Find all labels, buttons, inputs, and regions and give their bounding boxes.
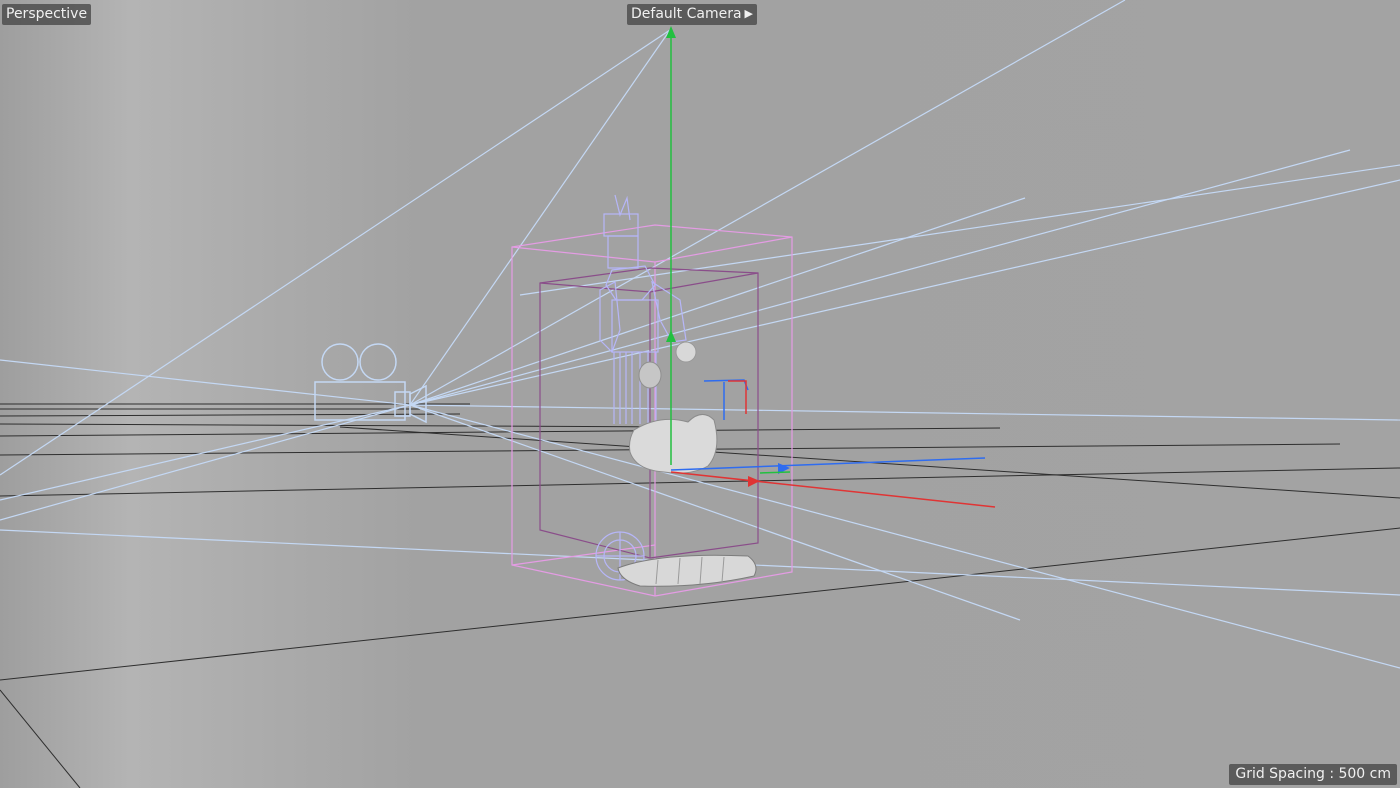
scene-meshes[interactable] <box>617 341 757 587</box>
grid-spacing-readout: Grid Spacing : 500 cm <box>1229 764 1397 785</box>
camera-object-icon[interactable] <box>314 343 427 424</box>
scene-canvas[interactable] <box>0 0 1400 788</box>
3d-viewport[interactable]: Perspective Default Camera ▶ Grid Spacing… <box>0 0 1400 788</box>
inner-bounding-box <box>539 267 759 559</box>
light-icon[interactable] <box>703 379 749 420</box>
viewport-view-name[interactable]: Perspective <box>2 4 92 25</box>
camera-icon: ▶ <box>744 7 754 20</box>
character-rig-wireframe[interactable] <box>595 194 687 581</box>
camera-name: Default Camera <box>631 6 742 22</box>
camera-selector[interactable]: Default Camera ▶ <box>627 4 758 25</box>
